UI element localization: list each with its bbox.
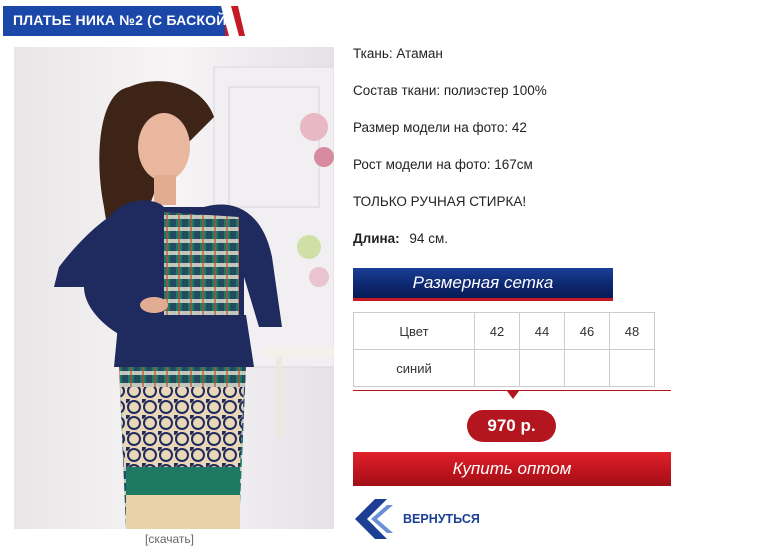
size-table-cell: 46 bbox=[564, 312, 610, 350]
wash-note-text: ТОЛЬКО РУЧНАЯ СТИРКА! bbox=[353, 194, 527, 209]
price-divider-arrow bbox=[507, 391, 519, 399]
size-table: Цвет 42 44 46 48 синий bbox=[353, 312, 655, 387]
size-table-cell: 48 bbox=[609, 312, 655, 350]
size-table-cell: 44 bbox=[519, 312, 565, 350]
product-title-bar: ПЛАТЬЕ НИКА №2 (С БАСКОЙ) bbox=[3, 6, 245, 36]
size-table-color-cell: синий bbox=[353, 349, 475, 387]
photo-download-link[interactable]: [скачать] bbox=[145, 532, 194, 546]
length-value: 94 см. bbox=[409, 231, 448, 246]
size-table-header-row: Цвет 42 44 46 48 bbox=[353, 312, 655, 350]
size-chart-button[interactable]: Размерная сетка bbox=[353, 268, 613, 301]
composition-text: Состав ткани: полиэстер 100% bbox=[353, 83, 547, 98]
fabric-text: Ткань: Атаман bbox=[353, 46, 443, 61]
back-link[interactable]: ВЕРНУТЬСЯ bbox=[353, 497, 480, 541]
size-table-cell: Цвет bbox=[353, 312, 475, 350]
dress-illustration bbox=[14, 47, 334, 529]
double-chevron-left-icon bbox=[355, 499, 393, 539]
length-row: Длина: 94 см. bbox=[353, 231, 448, 246]
size-qty-cell[interactable] bbox=[564, 349, 610, 387]
buy-wholesale-button[interactable]: Купить оптом bbox=[353, 452, 671, 486]
size-table-cell: 42 bbox=[474, 312, 520, 350]
size-table-row: синий bbox=[353, 349, 655, 387]
size-qty-cell[interactable] bbox=[474, 349, 520, 387]
model-size-text: Размер модели на фото: 42 bbox=[353, 120, 527, 135]
size-qty-cell[interactable] bbox=[609, 349, 655, 387]
product-title: ПЛАТЬЕ НИКА №2 (С БАСКОЙ) bbox=[13, 12, 232, 28]
length-label: Длина: bbox=[353, 231, 400, 246]
back-label: ВЕРНУТЬСЯ bbox=[403, 512, 480, 526]
product-photo[interactable] bbox=[14, 47, 334, 529]
size-qty-cell[interactable] bbox=[519, 349, 565, 387]
price-badge: 970 р. bbox=[467, 410, 556, 442]
model-height-text: Рост модели на фото: 167см bbox=[353, 157, 533, 172]
